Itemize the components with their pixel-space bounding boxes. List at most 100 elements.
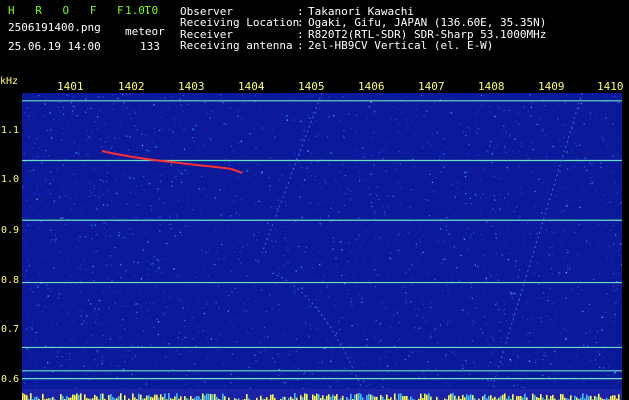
noise-speck (448, 385, 450, 387)
noise-speck (278, 374, 280, 376)
noise-speck (485, 277, 487, 279)
noise-speck (474, 321, 476, 323)
noise-speck (61, 139, 63, 141)
noise-bar (532, 393, 534, 400)
noise-speck (180, 181, 182, 184)
noise-speck (405, 302, 407, 304)
noise-speck (85, 99, 87, 101)
noise-speck (288, 354, 290, 356)
noise-speck (484, 316, 486, 318)
noise-speck (65, 223, 67, 225)
noise-speck (395, 168, 397, 170)
noise-speck (214, 263, 216, 266)
noise-speck (426, 110, 428, 112)
noise-speck (385, 214, 387, 216)
noise-speck (525, 341, 527, 343)
noise-speck (566, 151, 568, 153)
noise-speck (589, 183, 592, 185)
noise-speck (558, 275, 560, 277)
noise-bar (466, 394, 468, 400)
noise-speck (111, 145, 113, 147)
noise-speck (79, 236, 81, 238)
noise-speck (197, 301, 199, 303)
noise-speck (503, 125, 505, 127)
noise-speck (335, 179, 337, 182)
noise-speck (278, 356, 280, 358)
noise-speck (98, 308, 100, 310)
noise-speck (541, 189, 543, 191)
noise-speck (103, 228, 105, 230)
noise-speck (416, 108, 418, 110)
noise-bar (294, 393, 296, 400)
noise-speck (255, 266, 257, 268)
noise-speck (176, 239, 179, 241)
noise-speck (158, 129, 160, 132)
noise-speck (207, 232, 209, 234)
noise-speck (496, 274, 498, 276)
noise-speck (90, 303, 92, 305)
info-sep: : (297, 39, 304, 52)
noise-speck (470, 237, 472, 239)
noise-speck (306, 167, 308, 169)
noise-speck (528, 340, 530, 343)
noise-speck (91, 334, 93, 336)
noise-speck (482, 332, 484, 334)
noise-speck (167, 142, 169, 144)
noise-speck (119, 121, 121, 123)
noise-speck (205, 319, 207, 321)
noise-speck (198, 148, 200, 150)
noise-speck (416, 315, 418, 317)
noise-speck (104, 123, 106, 125)
noise-bar (550, 395, 552, 400)
noise-speck (79, 309, 81, 312)
noise-speck (172, 95, 174, 98)
noise-bar (360, 393, 362, 400)
noise-speck (396, 373, 398, 375)
noise-speck (341, 317, 343, 319)
noise-speck (239, 251, 241, 253)
noise-bar (534, 395, 536, 400)
noise-bar (586, 394, 588, 400)
noise-speck (427, 361, 429, 363)
noise-speck (356, 114, 358, 116)
noise-speck (552, 273, 554, 275)
noise-speck (248, 367, 250, 369)
noise-speck (353, 273, 355, 275)
noise-speck (358, 234, 360, 236)
noise-speck (148, 218, 151, 220)
noise-speck (505, 151, 507, 153)
noise-speck (387, 365, 389, 367)
noise-speck (618, 249, 620, 251)
noise-speck (555, 195, 557, 197)
noise-bar (508, 395, 510, 400)
noise-speck (83, 365, 85, 367)
noise-speck (159, 182, 161, 184)
noise-speck (543, 351, 545, 353)
noise-speck (516, 206, 518, 208)
noise-speck (76, 115, 78, 117)
noise-speck (105, 141, 107, 143)
noise-speck (271, 308, 273, 310)
noise-speck (338, 211, 340, 213)
noise-speck (114, 302, 116, 304)
noise-bar (458, 396, 460, 400)
noise-speck (354, 133, 356, 135)
noise-speck (133, 261, 135, 263)
noise-speck (383, 214, 385, 216)
noise-speck (251, 223, 253, 225)
noise-speck (360, 301, 362, 304)
noise-speck (22, 266, 24, 269)
noise-speck (154, 132, 156, 134)
noise-speck (389, 298, 391, 300)
noise-speck (500, 194, 502, 196)
noise-speck (482, 268, 484, 270)
noise-speck (387, 276, 389, 278)
noise-speck (460, 287, 462, 289)
noise-speck (177, 263, 179, 265)
noise-speck (293, 365, 295, 368)
noise-speck (181, 234, 183, 236)
noise-speck (101, 363, 103, 365)
noise-bar (610, 396, 612, 400)
noise-bar (430, 396, 432, 400)
noise-speck (310, 175, 312, 177)
